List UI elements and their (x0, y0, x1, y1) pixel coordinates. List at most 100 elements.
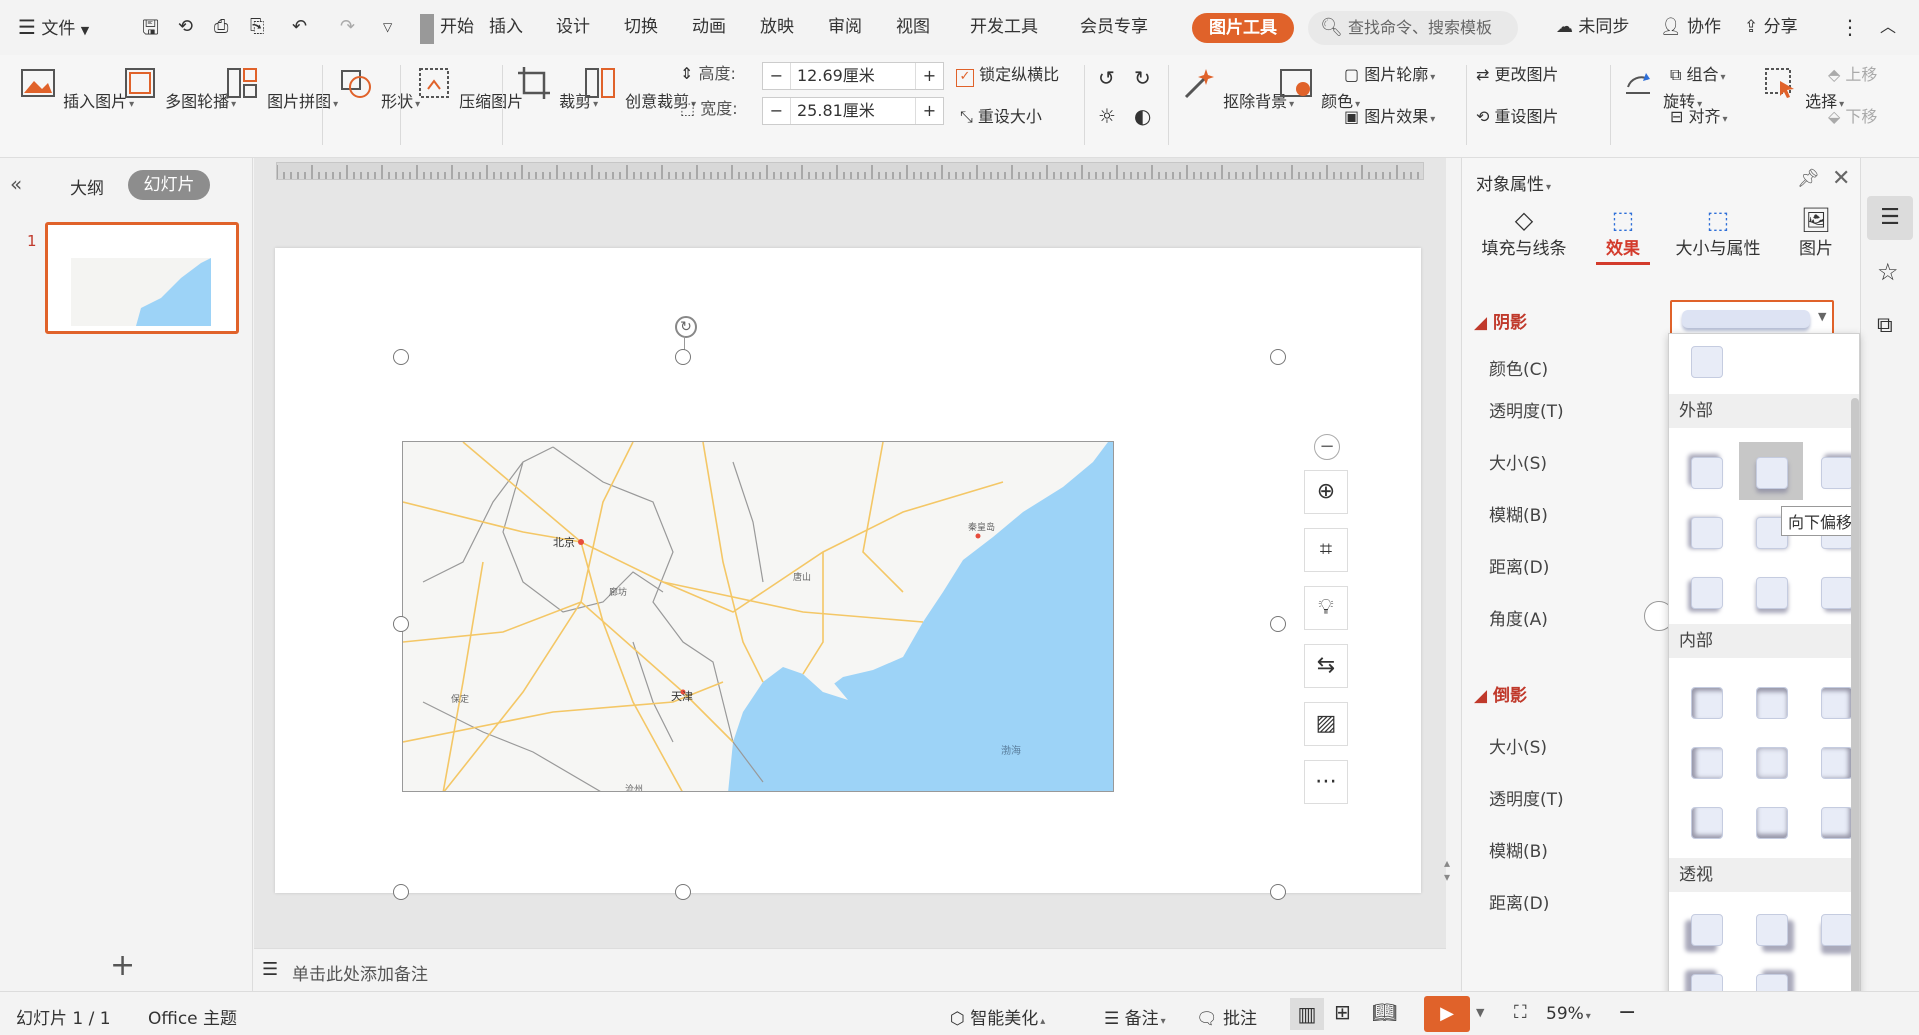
redo-icon[interactable]: ↷ (340, 14, 355, 40)
properties-icon[interactable]: ☰ (1867, 196, 1913, 240)
reset-picture-button[interactable]: ⟲ 重设图片 (1476, 104, 1559, 130)
file-menu[interactable]: ☰ 文件 ▼ (18, 14, 89, 40)
align-button[interactable]: ⊟ 对齐 ▾ (1670, 104, 1728, 130)
notes-bar[interactable]: ☰ 单击此处添加备注 (254, 948, 1446, 991)
more-icon[interactable]: ⋮ (1840, 14, 1860, 40)
panel-scroll-arrows[interactable]: ▴ ▾ (1444, 856, 1450, 884)
play-options-icon[interactable]: ▼ (1476, 1006, 1484, 1019)
resize-handle-bottom-right[interactable] (1270, 884, 1286, 900)
tab-fill-line[interactable]: ◇ 填充与线条 (1476, 206, 1572, 259)
convert-float-icon[interactable]: ⇆ (1304, 644, 1348, 688)
tab-slides[interactable]: 幻灯片 (128, 170, 210, 200)
width-increase-button[interactable]: + (915, 98, 943, 124)
close-icon[interactable]: ✕ (1832, 166, 1850, 191)
paint-format-icon[interactable]: ⟲ (178, 14, 193, 40)
change-picture-button[interactable]: ⇄ 更改图片 (1476, 62, 1559, 88)
tab-slideshow[interactable]: 放映 (760, 14, 794, 40)
reflection-section[interactable]: ◢ 倒影 (1474, 681, 1527, 706)
print-icon[interactable]: ⎙ (214, 14, 228, 40)
popup-scrollbar[interactable] (1851, 394, 1859, 1020)
shadow-inner-1[interactable] (1691, 687, 1723, 719)
width-stepper[interactable]: − 25.81厘米 + (762, 97, 944, 125)
creative-crop-button[interactable]: 创意裁剪 ▾ (580, 63, 696, 112)
shadow-outer-9[interactable] (1821, 577, 1853, 609)
zoom-out-icon[interactable]: − (1314, 434, 1340, 460)
resize-handle-top-left[interactable] (393, 349, 409, 365)
tab-animation[interactable]: 动画 (692, 14, 726, 40)
shadow-inner-3[interactable] (1821, 687, 1853, 719)
zoom-out-button[interactable]: − (1618, 1000, 1636, 1025)
tab-outline[interactable]: 大纲 (70, 174, 104, 199)
zoom-level[interactable]: 59% ▾ (1546, 1004, 1591, 1024)
shadow-inner-9[interactable] (1821, 807, 1853, 839)
tab-developer[interactable]: 开发工具 (970, 14, 1038, 40)
width-value[interactable]: 25.81厘米 (797, 98, 875, 124)
shadow-section[interactable]: ◢ 阴影 (1474, 308, 1527, 333)
customize-icon[interactable]: ▽ (383, 14, 392, 40)
shadow-inner-5[interactable] (1756, 747, 1788, 779)
tab-home[interactable]: 开始 (440, 14, 474, 40)
transition-icon[interactable]: ⧉ (1877, 313, 1893, 338)
tab-scroll-left[interactable] (420, 14, 434, 44)
shadow-outer-2[interactable] (1756, 457, 1788, 489)
fit-window-icon[interactable]: ⛶ (1514, 1002, 1527, 1023)
height-increase-button[interactable]: + (915, 63, 943, 89)
idea-float-icon[interactable]: 💡︎ (1304, 586, 1348, 630)
print-preview-icon[interactable]: ⎘ (250, 14, 264, 40)
sync-button[interactable]: ☁ 未同步 (1556, 14, 1629, 40)
normal-view-icon[interactable]: ▥ (1290, 998, 1324, 1030)
lock-ratio-checkbox[interactable]: ✓ 锁定纵横比 (956, 62, 1059, 88)
fill-float-icon[interactable]: ▨ (1304, 702, 1348, 746)
shadow-inner-8[interactable] (1756, 807, 1788, 839)
map-picture[interactable]: 北京 天津 廊坊 唐山 保定 秦皇岛 渤海 沧州 (402, 441, 1114, 792)
shape-button[interactable]: 形状 ▾ (336, 63, 420, 112)
rotate-handle[interactable]: ↻ (675, 316, 697, 338)
animation-star-icon[interactable]: ☆ (1877, 258, 1899, 286)
width-decrease-button[interactable]: − (763, 98, 791, 124)
undo-icon[interactable]: ↶ (292, 14, 307, 40)
contrast-icon[interactable]: ◐ (1134, 103, 1151, 129)
play-slideshow-button[interactable]: ▶ (1424, 996, 1470, 1032)
picture-outline-button[interactable]: ▢ 图片轮廓 ▾ (1344, 62, 1435, 88)
rotate-right-icon[interactable]: ↻ (1134, 65, 1151, 91)
shadow-inner-2[interactable] (1756, 687, 1788, 719)
tab-transition[interactable]: 切换 (624, 14, 658, 40)
shadow-outer-4[interactable] (1691, 517, 1723, 549)
crop-float-icon[interactable]: ⌗ (1304, 528, 1348, 572)
picture-collage-button[interactable]: 图片拼图 ▾ (222, 63, 338, 112)
tab-picture-tools[interactable]: 图片工具 (1192, 13, 1294, 43)
collab-button[interactable]: 👤︎ 协作 (1660, 14, 1721, 40)
compress-button[interactable]: 压缩图片 (414, 63, 523, 112)
more-float-icon[interactable]: ⋯ (1304, 760, 1348, 804)
shadow-inner-6[interactable] (1821, 747, 1853, 779)
resize-handle-top-right[interactable] (1270, 349, 1286, 365)
add-slide-icon[interactable]: + (110, 948, 135, 983)
resize-handle-left[interactable] (393, 616, 409, 632)
shadow-perspective-2[interactable] (1756, 914, 1788, 946)
shadow-outer-7[interactable] (1691, 577, 1723, 609)
notes-placeholder[interactable]: 单击此处添加备注 (292, 960, 428, 985)
resize-handle-right[interactable] (1270, 616, 1286, 632)
shadow-perspective-3[interactable] (1821, 914, 1853, 946)
height-decrease-button[interactable]: − (763, 63, 791, 89)
rotate-left-icon[interactable]: ↺ (1098, 65, 1115, 91)
resize-handle-top[interactable] (675, 349, 691, 365)
height-stepper[interactable]: − 12.69厘米 + (762, 62, 944, 90)
smart-beautify-button[interactable]: ⬡ 智能美化 ▴ (950, 1004, 1045, 1029)
save-icon[interactable]: 🖫 (142, 14, 159, 40)
notes-toggle-button[interactable]: ☰ 备注 ▾ (1104, 1004, 1166, 1029)
multi-carousel-button[interactable]: 多图轮播 ▾ (120, 63, 236, 112)
search-box[interactable]: 🔍︎ 查找命令、搜索模板 (1308, 11, 1518, 45)
resize-handle-bottom[interactable] (675, 884, 691, 900)
slide-thumbnail[interactable] (45, 222, 239, 334)
theme-name[interactable]: Office 主题 (148, 1004, 237, 1029)
shadow-preset-dropdown[interactable]: ▼ (1670, 300, 1834, 336)
insert-picture-button[interactable]: 插入图片 ▾ (18, 63, 134, 112)
sorter-view-icon[interactable]: ⊞ (1334, 1000, 1351, 1024)
shadow-inner-7[interactable] (1691, 807, 1723, 839)
shadow-none-swatch[interactable] (1691, 346, 1723, 378)
collapse-ribbon-icon[interactable]: ︿ (1880, 14, 1896, 40)
pin-icon[interactable]: 📌︎ (1797, 168, 1820, 189)
reading-view-icon[interactable]: 📖︎ (1372, 1000, 1397, 1024)
shadow-outer-8[interactable] (1756, 577, 1788, 609)
